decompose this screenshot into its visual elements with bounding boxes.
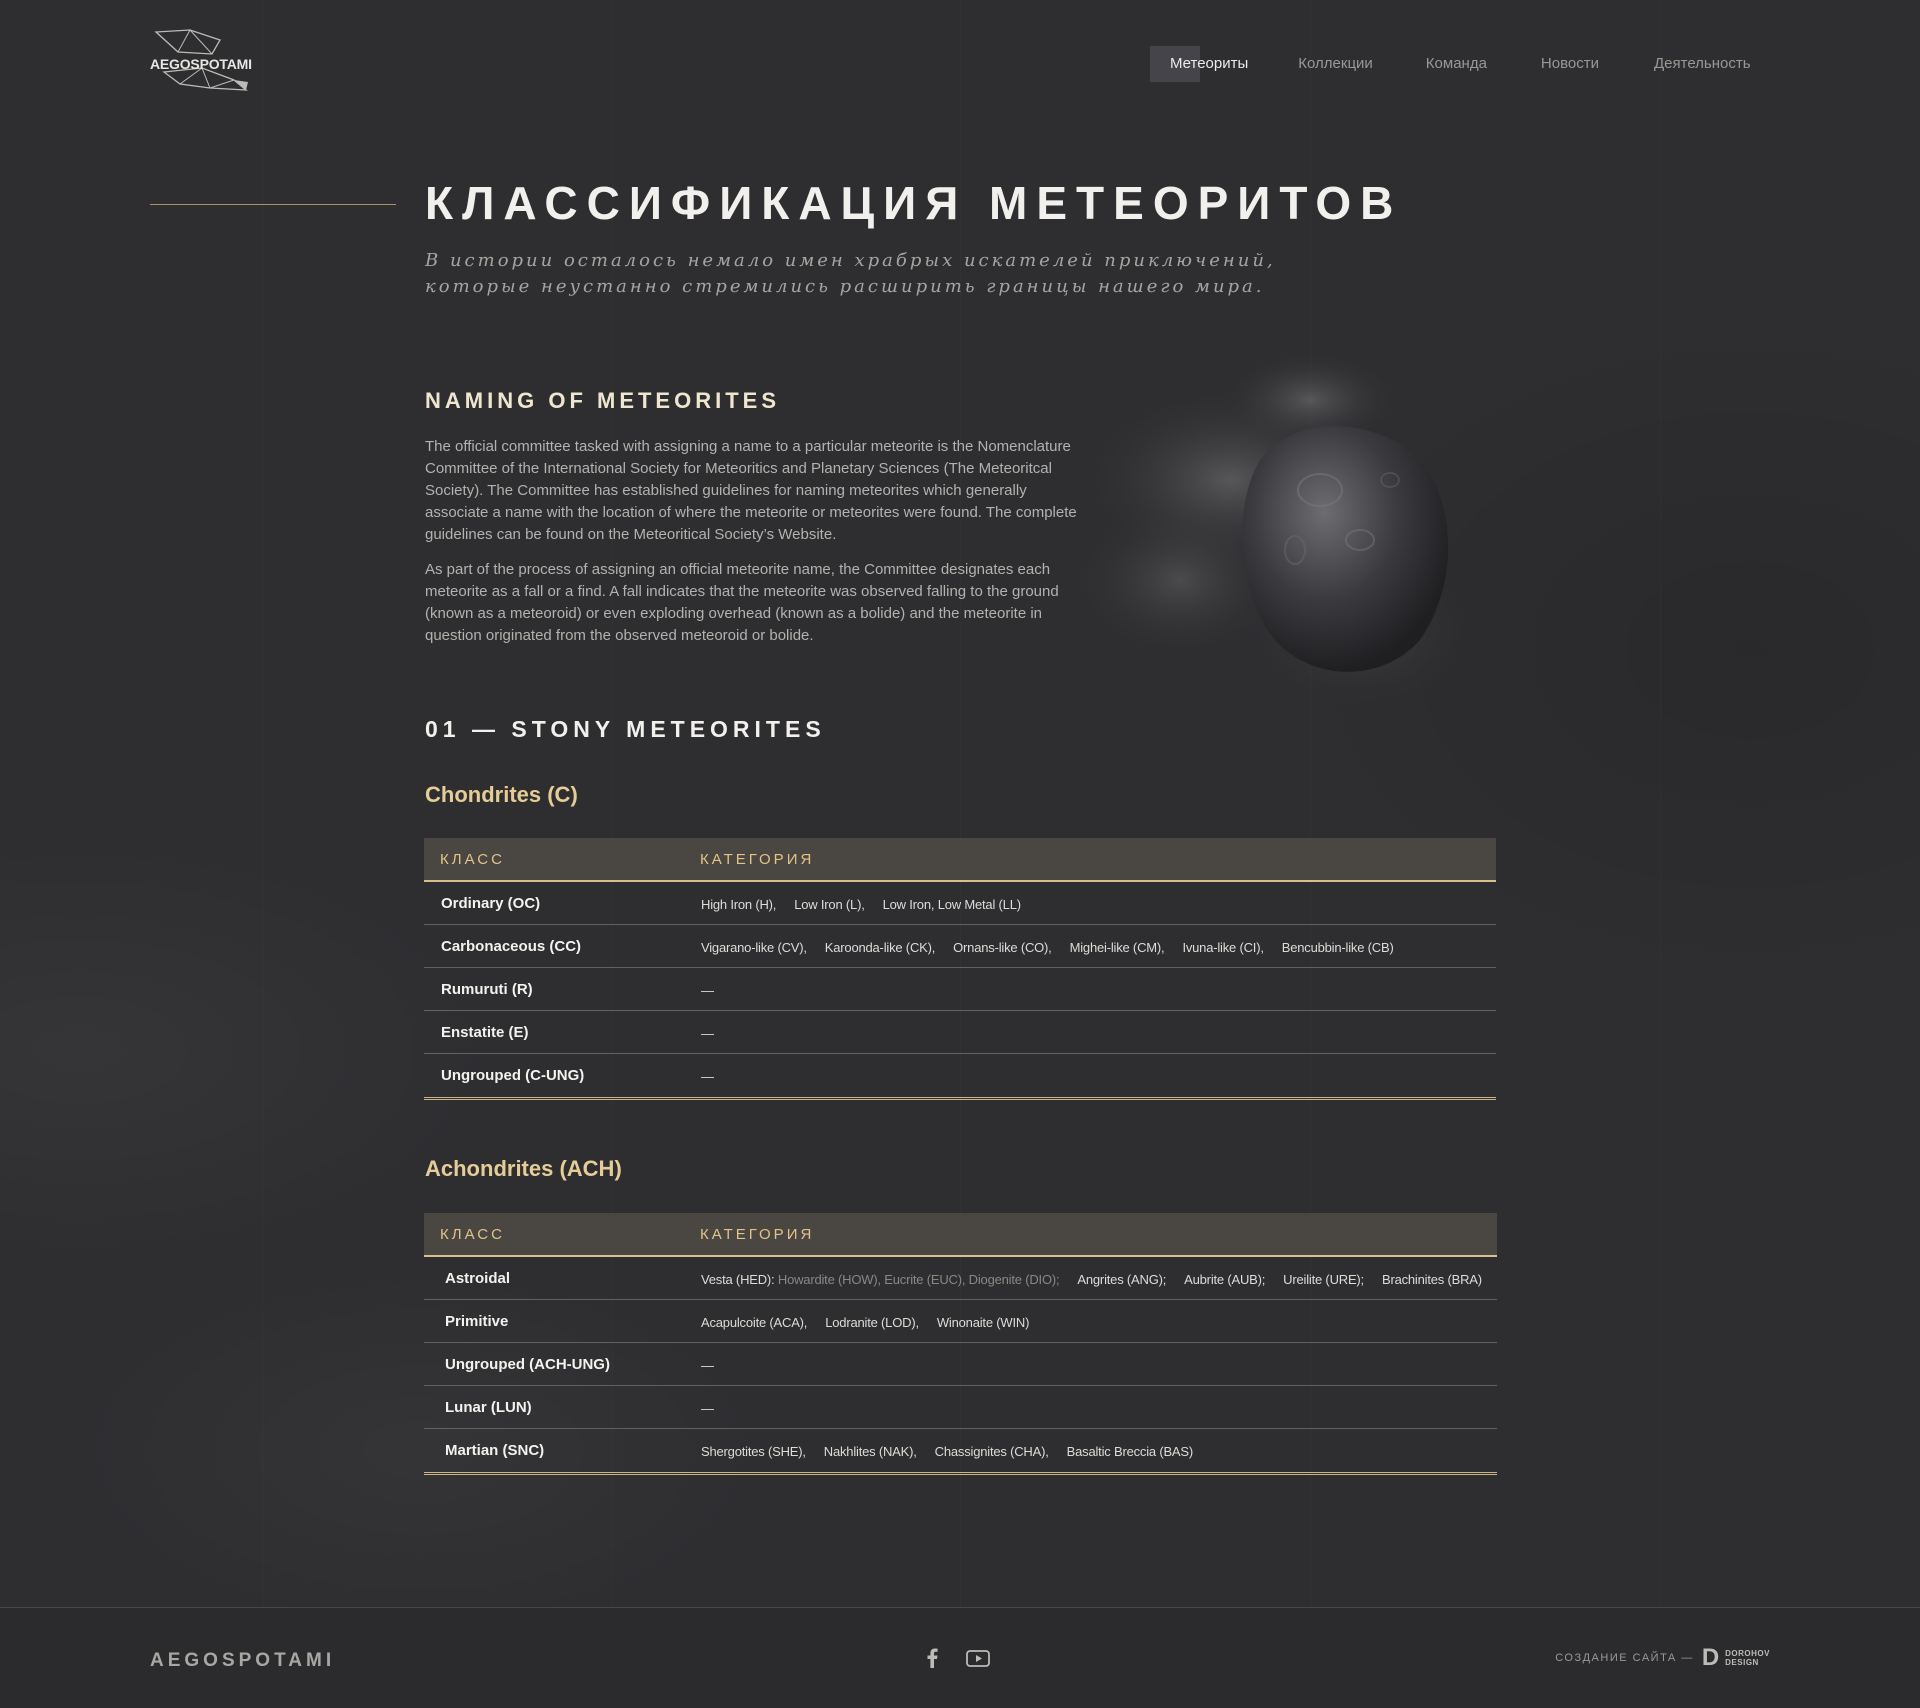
table-row: Enstatite (E) —: [424, 1011, 1496, 1054]
nav-item-collections[interactable]: Коллекции: [1298, 46, 1373, 82]
category-item: Basaltic Breccia (BAS): [1066, 1444, 1194, 1459]
grid-line: [1660, 0, 1661, 1608]
table-row: Ungrouped (C-UNG) —: [424, 1054, 1496, 1100]
site-credit[interactable]: СОЗДАНИЕ САЙТА — D DOROHOV DESIGN: [1555, 1646, 1770, 1670]
subtitle-line: которые неустанно стремились расширить г…: [425, 276, 1265, 297]
nav-item-team[interactable]: Команда: [1426, 46, 1487, 82]
row-categories: —: [701, 983, 732, 998]
row-categories: Vigarano-like (CV), Karoonda-like (CK), Or…: [701, 940, 1412, 955]
row-class: Primitive: [445, 1313, 509, 1330]
category-item: Brachinites (BRA): [1381, 1272, 1482, 1287]
table-row: Primitive Acapulcoite (ACA), Lodranite (L…: [424, 1300, 1497, 1343]
category-item: Angrites (ANG);: [1077, 1272, 1167, 1287]
category-item: Bencubbin-like (CB): [1281, 940, 1394, 955]
hero-divider: [150, 204, 396, 205]
row-class: Lunar (LUN): [445, 1399, 532, 1416]
studio-name: DOROHOV DESIGN: [1725, 1649, 1770, 1667]
category-item: Low Iron (L),: [794, 897, 865, 912]
category-item: Ornans-like (CO),: [953, 940, 1052, 955]
asteroid-image: [1070, 350, 1480, 710]
row-categories: Shergotites (SHE), Nakhlites (NAK), Chassi…: [701, 1444, 1211, 1459]
achondrites-table: КЛАСС КАТЕГОРИЯ Astroidal Vesta (HED): H…: [424, 1213, 1497, 1475]
page-subtitle: В истории осталось немало имен храбрых и…: [425, 248, 1385, 300]
category-item: Nakhlites (NAK),: [823, 1444, 917, 1459]
category-item: Mighei-like (CM),: [1069, 940, 1165, 955]
row-class: Ungrouped (ACH-UNG): [445, 1356, 610, 1373]
category-item: Lodranite (LOD),: [825, 1315, 919, 1330]
table-row: Lunar (LUN) —: [424, 1386, 1497, 1429]
nav-item-activity[interactable]: Деятельность: [1654, 46, 1751, 82]
chondrites-title: Chondrites (C): [425, 782, 578, 807]
section-title: 01 — STONY METEORITES: [425, 716, 826, 742]
table-row: Rumuruti (R) —: [424, 968, 1496, 1011]
row-class: Martian (SNC): [445, 1442, 545, 1459]
table-header: КЛАСС КАТЕГОРИЯ: [424, 1213, 1497, 1257]
column-header-class: КЛАСС: [440, 1226, 505, 1243]
main-nav: Метеориты Коллекции Команда Новости Деят…: [1150, 46, 1751, 82]
table-row: Ungrouped (ACH-UNG) —: [424, 1343, 1497, 1386]
category-item: Vigarano-like (CV),: [701, 940, 807, 955]
youtube-icon: [966, 1650, 990, 1667]
column-header-class: КЛАСС: [440, 851, 505, 868]
category-item: —: [701, 1358, 714, 1373]
category-item: Winonaite (WIN): [936, 1315, 1030, 1330]
category-subitems: Howardite (HOW), Eucrite (EUC), Diogenit…: [777, 1272, 1060, 1287]
credit-text: СОЗДАНИЕ САЙТА —: [1555, 1652, 1694, 1664]
naming-paragraph: The official committee tasked with assig…: [425, 438, 1077, 543]
site-logo[interactable]: AEGOSPOTAMI: [150, 28, 254, 92]
category-item: Ivuna-like (CI),: [1182, 940, 1264, 955]
logo-text: AEGOSPOTAMI: [150, 56, 252, 72]
table-row: Astroidal Vesta (HED): Howardite (HOW), …: [424, 1257, 1497, 1300]
achondrites-title: Achondrites (ACH): [425, 1156, 622, 1181]
row-categories: —: [701, 1358, 732, 1373]
category-item: Chassignites (CHA),: [934, 1444, 1049, 1459]
category-item: Acapulcoite (ACA),: [701, 1315, 808, 1330]
row-class: Carbonaceous (CC): [441, 938, 582, 955]
row-categories: High Iron (H), Low Iron (L), Low Iron, Low…: [701, 897, 1039, 912]
column-header-category: КАТЕГОРИЯ: [700, 1226, 815, 1243]
page-title: КЛАССИФИКАЦИЯ МЕТЕОРИТОВ: [425, 177, 1403, 229]
category-item: Aubrite (AUB);: [1184, 1272, 1266, 1287]
chondrites-table: КЛАСС КАТЕГОРИЯ Ordinary (OC) High Iron …: [424, 838, 1496, 1100]
category-item: Shergotites (SHE),: [701, 1444, 806, 1459]
nav-item-news[interactable]: Новости: [1541, 46, 1599, 82]
studio-logo-icon: D: [1701, 1644, 1720, 1671]
category-item: —: [701, 1401, 714, 1416]
facebook-icon[interactable]: [926, 1648, 938, 1673]
category-item: —: [701, 1026, 714, 1041]
row-categories: —: [701, 1401, 732, 1416]
row-class: Astroidal: [445, 1270, 511, 1287]
subtitle-line: В истории осталось немало имен храбрых и…: [425, 250, 1276, 271]
row-class: Ungrouped (C-UNG): [441, 1067, 585, 1084]
site-footer: AEGOSPOTAMI СОЗДАНИЕ САЙТА — D DOROHOV D…: [0, 1608, 1920, 1708]
nav-item-meteorites[interactable]: Метеориты: [1150, 46, 1261, 82]
row-class: Rumuruti (R): [441, 981, 533, 998]
footer-brand[interactable]: AEGOSPOTAMI: [150, 1650, 335, 1672]
table-row: Martian (SNC) Shergotites (SHE), Nakhlite…: [424, 1429, 1497, 1475]
category-item: —: [701, 983, 714, 998]
studio-name-line: DOROHOV: [1725, 1649, 1770, 1658]
category-item: —: [701, 1069, 714, 1084]
row-class: Enstatite (E): [441, 1024, 529, 1041]
category-item: Vesta (HED):: [701, 1272, 775, 1287]
category-item: Ureilite (URE);: [1283, 1272, 1364, 1287]
column-header-category: КАТЕГОРИЯ: [700, 851, 815, 868]
facebook-icon: [927, 1648, 938, 1668]
grid-line: [262, 0, 263, 1608]
youtube-icon[interactable]: [966, 1648, 990, 1673]
table-header: КЛАСС КАТЕГОРИЯ: [424, 838, 1496, 882]
row-categories: —: [701, 1026, 732, 1041]
naming-paragraph: As part of the process of assigning an o…: [425, 561, 1059, 644]
category-item: Karoonda-like (CK),: [824, 940, 936, 955]
row-categories: —: [701, 1069, 732, 1084]
row-categories: Vesta (HED): Howardite (HOW), Eucrite (E…: [701, 1272, 1482, 1287]
table-row: Carbonaceous (CC) Vigarano-like (CV), Kar…: [424, 925, 1496, 968]
row-categories: Acapulcoite (ACA), Lodranite (LOD), Winona…: [701, 1315, 1047, 1330]
row-class: Ordinary (OC): [441, 895, 541, 912]
table-row: Ordinary (OC) High Iron (H), Low Iron (L)…: [424, 882, 1496, 925]
category-item: High Iron (H),: [701, 897, 777, 912]
category-item: Low Iron, Low Metal (LL): [882, 897, 1021, 912]
studio-name-line: DESIGN: [1725, 1658, 1759, 1667]
naming-title: NAMING OF METEORITES: [425, 388, 780, 413]
